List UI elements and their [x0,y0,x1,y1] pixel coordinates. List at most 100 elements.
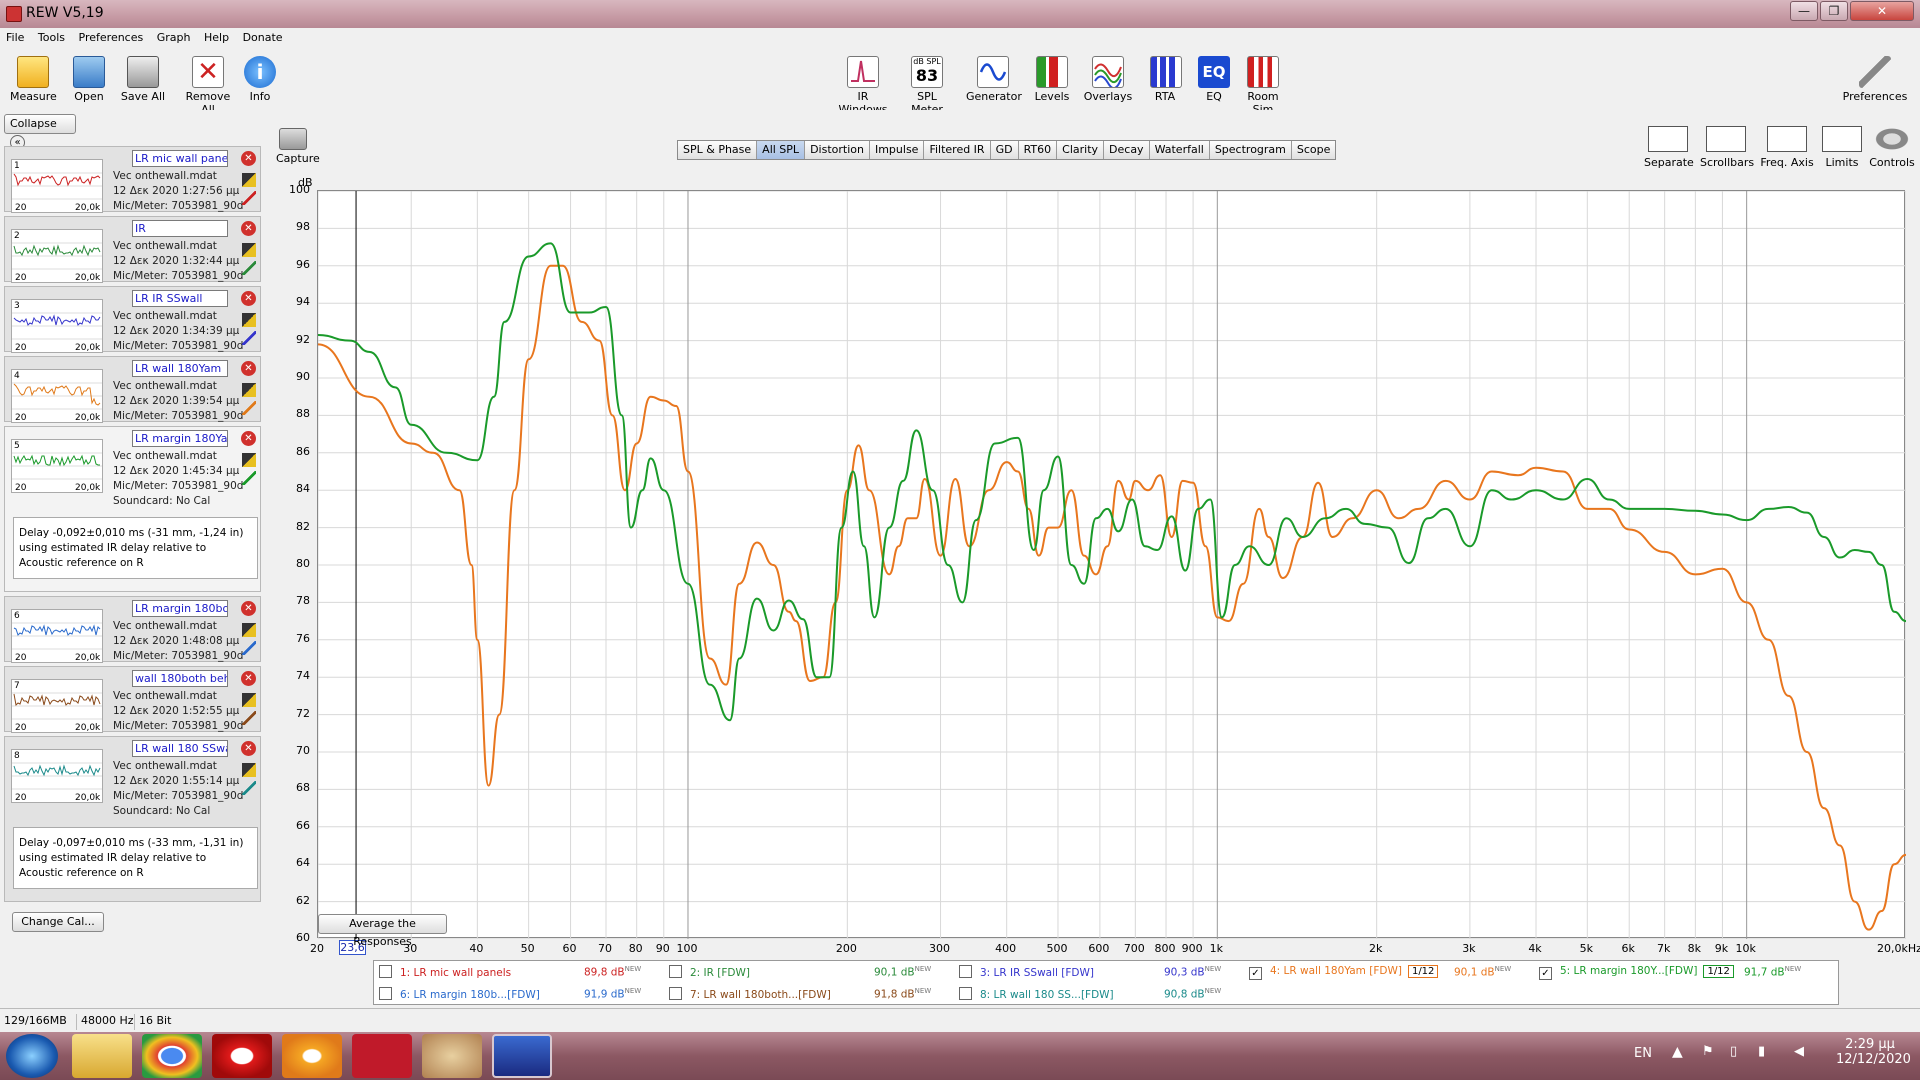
measurement-color-icon[interactable] [242,641,256,655]
overlays-button[interactable]: Overlays [1082,56,1134,103]
remove-measurement-icon[interactable]: ✕ [241,151,256,166]
smoothing-selector[interactable]: 1/12 [1703,965,1734,978]
tab-waterfall[interactable]: Waterfall [1149,141,1210,159]
remove-measurement-icon[interactable]: ✕ [241,221,256,236]
tray-arrow-icon[interactable]: ▲ [1672,1044,1683,1060]
tab-rt60[interactable]: RT60 [1018,141,1058,159]
minimize-button[interactable]: — [1790,1,1818,21]
menu-donate[interactable]: Donate [243,28,283,48]
legend-item[interactable]: 3: LR IR SSwall [FDW] [959,965,1094,979]
start-button[interactable] [6,1034,58,1078]
measurement-card[interactable]: 1 20 20,0k LR mic wall panels ✕ Vec onthewall… [4,146,261,213]
separate-button[interactable]: Separate [1644,126,1694,169]
measurement-color-icon[interactable] [242,331,256,345]
smoothing-selector[interactable]: 1/12 [1407,965,1439,978]
eq-button[interactable]: EQ EQ [1198,56,1230,103]
remove-measurement-icon[interactable]: ✕ [241,601,256,616]
menu-tools[interactable]: Tools [38,28,65,48]
legend-checkbox[interactable] [959,987,972,1000]
legend-item[interactable]: 2: IR [FDW] [669,965,750,979]
limits-button[interactable]: Limits [1822,126,1862,169]
tab-spl-phase[interactable]: SPL & Phase [678,141,758,159]
measurement-color-icon[interactable] [242,191,256,205]
measure-button[interactable]: Measure [10,56,57,103]
remove-measurement-icon[interactable]: ✕ [241,361,256,376]
room-sim-button[interactable]: Room Sim [1238,56,1288,116]
tab-spectrogram[interactable]: Spectrogram [1209,141,1292,159]
generator-button[interactable]: Generator [966,56,1022,103]
measurement-color-icon[interactable] [242,261,256,275]
measurement-graph-icon[interactable] [242,453,256,467]
preferences-button[interactable]: Preferences [1842,56,1908,103]
menu-file[interactable]: File [6,28,24,48]
info-button[interactable]: i Info [244,56,276,103]
tab-all-spl[interactable]: All SPL [757,141,806,159]
measurement-color-icon[interactable] [242,781,256,795]
measurement-card[interactable]: 8 20 20,0k LR wall 180 SSwall ✕ Vec onthewall… [4,736,261,902]
measurement-card[interactable]: 5 20 20,0k LR margin 180Yam ✕ Vec onthewall.m… [4,426,261,592]
network-icon[interactable]: ▮ [1758,1044,1765,1059]
tab-filtered-ir[interactable]: Filtered IR [924,141,991,159]
legend-checkbox[interactable] [379,965,392,978]
measurement-name-field[interactable]: LR margin 180Yam [132,430,228,447]
legend-checkbox[interactable]: ✓ [1539,967,1552,980]
measurement-graph-icon[interactable] [242,383,256,397]
tab-decay[interactable]: Decay [1104,141,1150,159]
measurement-name-field[interactable]: LR wall 180 SSwall [132,740,228,757]
tab-clarity[interactable]: Clarity [1057,141,1105,159]
legend-checkbox[interactable]: ✓ [1249,967,1262,980]
legend-item[interactable]: 6: LR margin 180b...[FDW] [379,987,540,1001]
measurement-color-icon[interactable] [242,711,256,725]
rta-button[interactable]: RTA [1150,56,1182,103]
measurement-name-field[interactable]: wall 180both behind [132,670,228,687]
legend-checkbox[interactable] [379,987,392,1000]
language-indicator[interactable]: EN [1634,1046,1652,1061]
legend-checkbox[interactable] [959,965,972,978]
legend-item[interactable]: 8: LR wall 180 SS...[FDW] [959,987,1114,1001]
legend-item[interactable]: ✓ 5: LR margin 180Y...[FDW] 1/12 [1539,965,1734,980]
change-cal-button[interactable]: Change Cal... [12,912,104,932]
measurement-graph-icon[interactable] [242,693,256,707]
vpn-taskbar-icon[interactable] [282,1034,342,1078]
measurement-graph-icon[interactable] [242,243,256,257]
app-taskbar-icon[interactable] [352,1034,412,1078]
measurement-graph-icon[interactable] [242,763,256,777]
remove-measurement-icon[interactable]: ✕ [241,671,256,686]
tab-impulse[interactable]: Impulse [869,141,925,159]
measurement-card[interactable]: 6 20 20,0k LR margin 180both ✕ Vec onthewall.… [4,596,261,663]
maximize-button[interactable]: ❐ [1820,1,1848,21]
explorer-taskbar-icon[interactable] [72,1034,132,1078]
remove-measurement-icon[interactable]: ✕ [241,431,256,446]
measurement-name-field[interactable]: LR wall 180Yam [132,360,228,377]
controls-button[interactable]: Controls [1868,126,1916,169]
flag-icon[interactable]: ⚑ [1702,1044,1714,1059]
legend-item[interactable]: 1: LR mic wall panels [379,965,511,979]
rew-taskbar-icon[interactable] [492,1034,552,1078]
collapse-button[interactable]: Collapse « [4,114,76,150]
opera-taskbar-icon[interactable] [212,1034,272,1078]
measurement-card[interactable]: 7 20 20,0k wall 180both behind ✕ Vec onthewal… [4,666,261,733]
legend-checkbox[interactable] [669,965,682,978]
tab-distortion[interactable]: Distortion [805,141,870,159]
spl-meter-button[interactable]: dB SPL83 SPL Meter [900,56,954,116]
levels-button[interactable]: Levels [1034,56,1070,103]
open-button[interactable]: Open [70,56,108,103]
freq-axis-button[interactable]: Freq. Axis [1760,126,1814,169]
paint-taskbar-icon[interactable] [422,1034,482,1078]
measurement-card[interactable]: 4 20 20,0k LR wall 180Yam ✕ Vec onthewall.mda… [4,356,261,423]
ir-windows-button[interactable]: IR Windows [834,56,892,116]
legend-item[interactable]: 7: LR wall 180both...[FDW] [669,987,831,1001]
capture-button[interactable]: Capture [276,128,320,165]
tab-scope[interactable]: Scope [1291,141,1336,159]
measurement-graph-icon[interactable] [242,313,256,327]
measurement-name-field[interactable]: LR mic wall panels [132,150,228,167]
measurement-name-field[interactable]: LR IR SSwall [132,290,228,307]
menu-graph[interactable]: Graph [157,28,191,48]
measurement-name-field[interactable]: LR margin 180both [132,600,228,617]
chrome-taskbar-icon[interactable] [142,1034,202,1078]
legend-checkbox[interactable] [669,987,682,1000]
menu-help[interactable]: Help [204,28,229,48]
measurement-color-icon[interactable] [242,401,256,415]
close-button[interactable]: ✕ [1850,1,1914,21]
device-icon[interactable]: ▯ [1730,1044,1737,1059]
